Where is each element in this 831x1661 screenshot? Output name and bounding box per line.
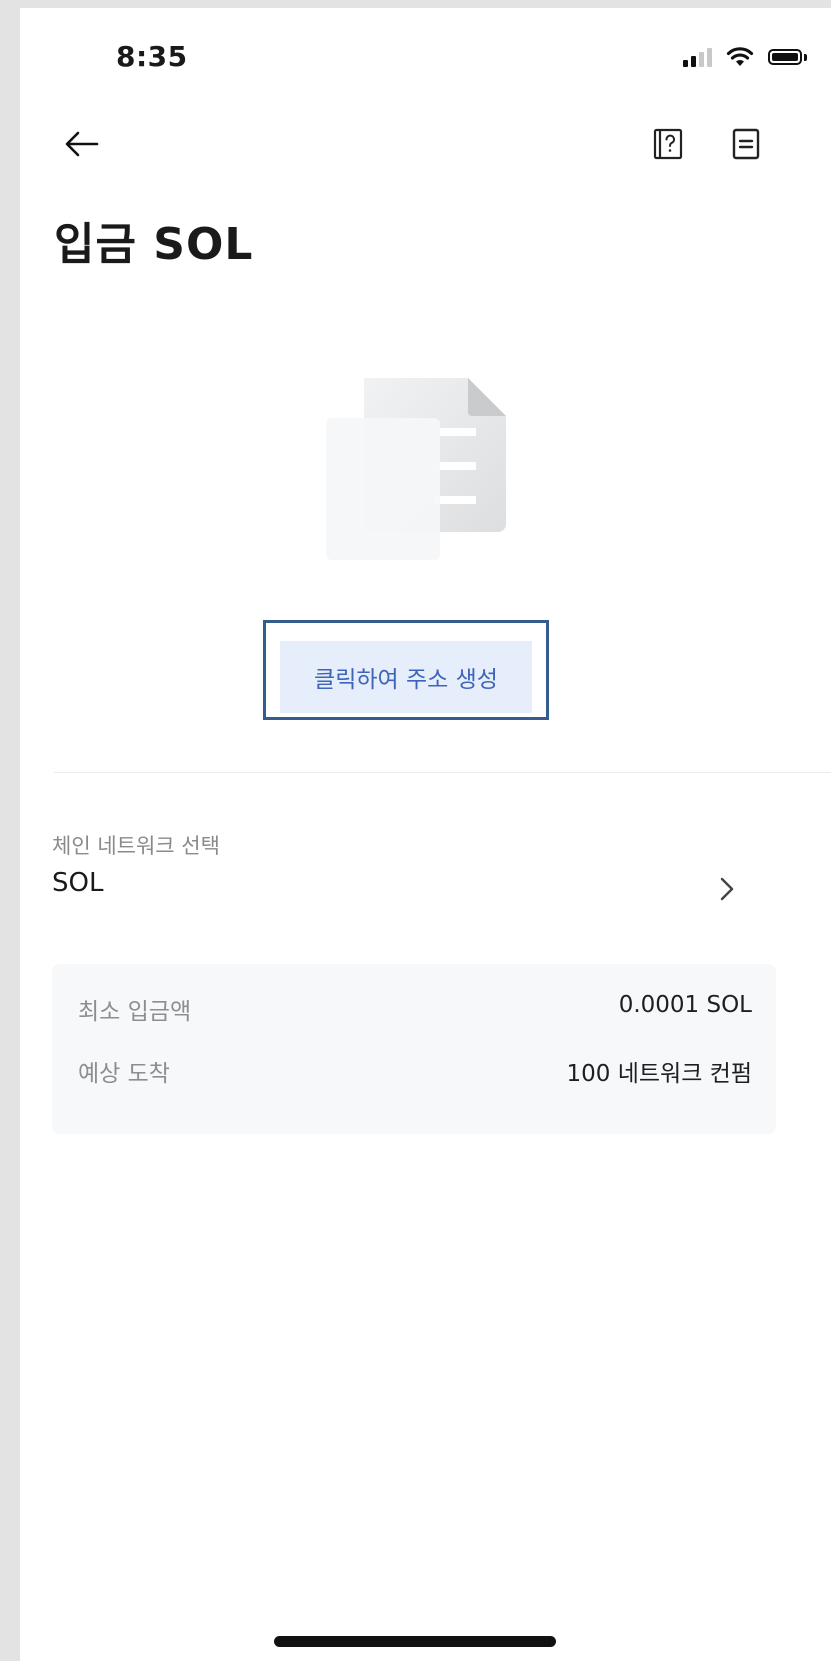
phone-screen: 8:35 입금 SOL 클릭하여 주소 생성 체인 네트워크 선택 SOL 최소… — [20, 8, 831, 1661]
battery-cap — [804, 53, 807, 61]
signal-icon — [683, 47, 712, 67]
info-value: 0.0001 SOL — [618, 992, 752, 1018]
info-row-min-deposit: 최소 입금액 0.0001 SOL — [78, 992, 752, 1026]
info-key: 예상 도착 — [78, 1061, 170, 1087]
status-icons — [683, 46, 807, 68]
help-button[interactable] — [646, 122, 690, 166]
arrow-left-icon — [65, 131, 99, 157]
info-row-expected-arrival: 예상 도착 100 네트워크 컨펌 — [78, 1054, 752, 1088]
generate-address-button[interactable]: 클릭하여 주소 생성 — [280, 641, 532, 713]
window-frame-top — [0, 0, 831, 8]
page-title: 입금 SOL — [54, 219, 254, 270]
window-frame-left — [0, 0, 20, 1661]
wifi-icon — [726, 47, 754, 66]
records-button[interactable] — [724, 122, 768, 166]
info-key: 최소 입금액 — [78, 999, 192, 1025]
network-value: SOL — [52, 868, 104, 898]
records-icon — [732, 128, 760, 160]
deposit-info-card: 최소 입금액 0.0001 SOL 예상 도착 100 네트워크 컨펌 — [52, 964, 776, 1134]
back-button[interactable] — [58, 120, 106, 168]
network-selector[interactable]: SOL — [52, 858, 752, 918]
network-label: 체인 네트워크 선택 — [52, 834, 220, 858]
help-book-icon — [653, 128, 683, 160]
info-value: 100 네트워크 컨펌 — [566, 1061, 752, 1087]
status-time: 8:35 — [116, 40, 188, 73]
generate-address-highlight: 클릭하여 주소 생성 — [263, 620, 549, 720]
battery-icon — [768, 49, 802, 65]
document-copy-icon — [326, 378, 506, 560]
divider — [54, 772, 831, 773]
home-indicator — [274, 1636, 556, 1647]
chevron-right-icon — [720, 877, 734, 901]
